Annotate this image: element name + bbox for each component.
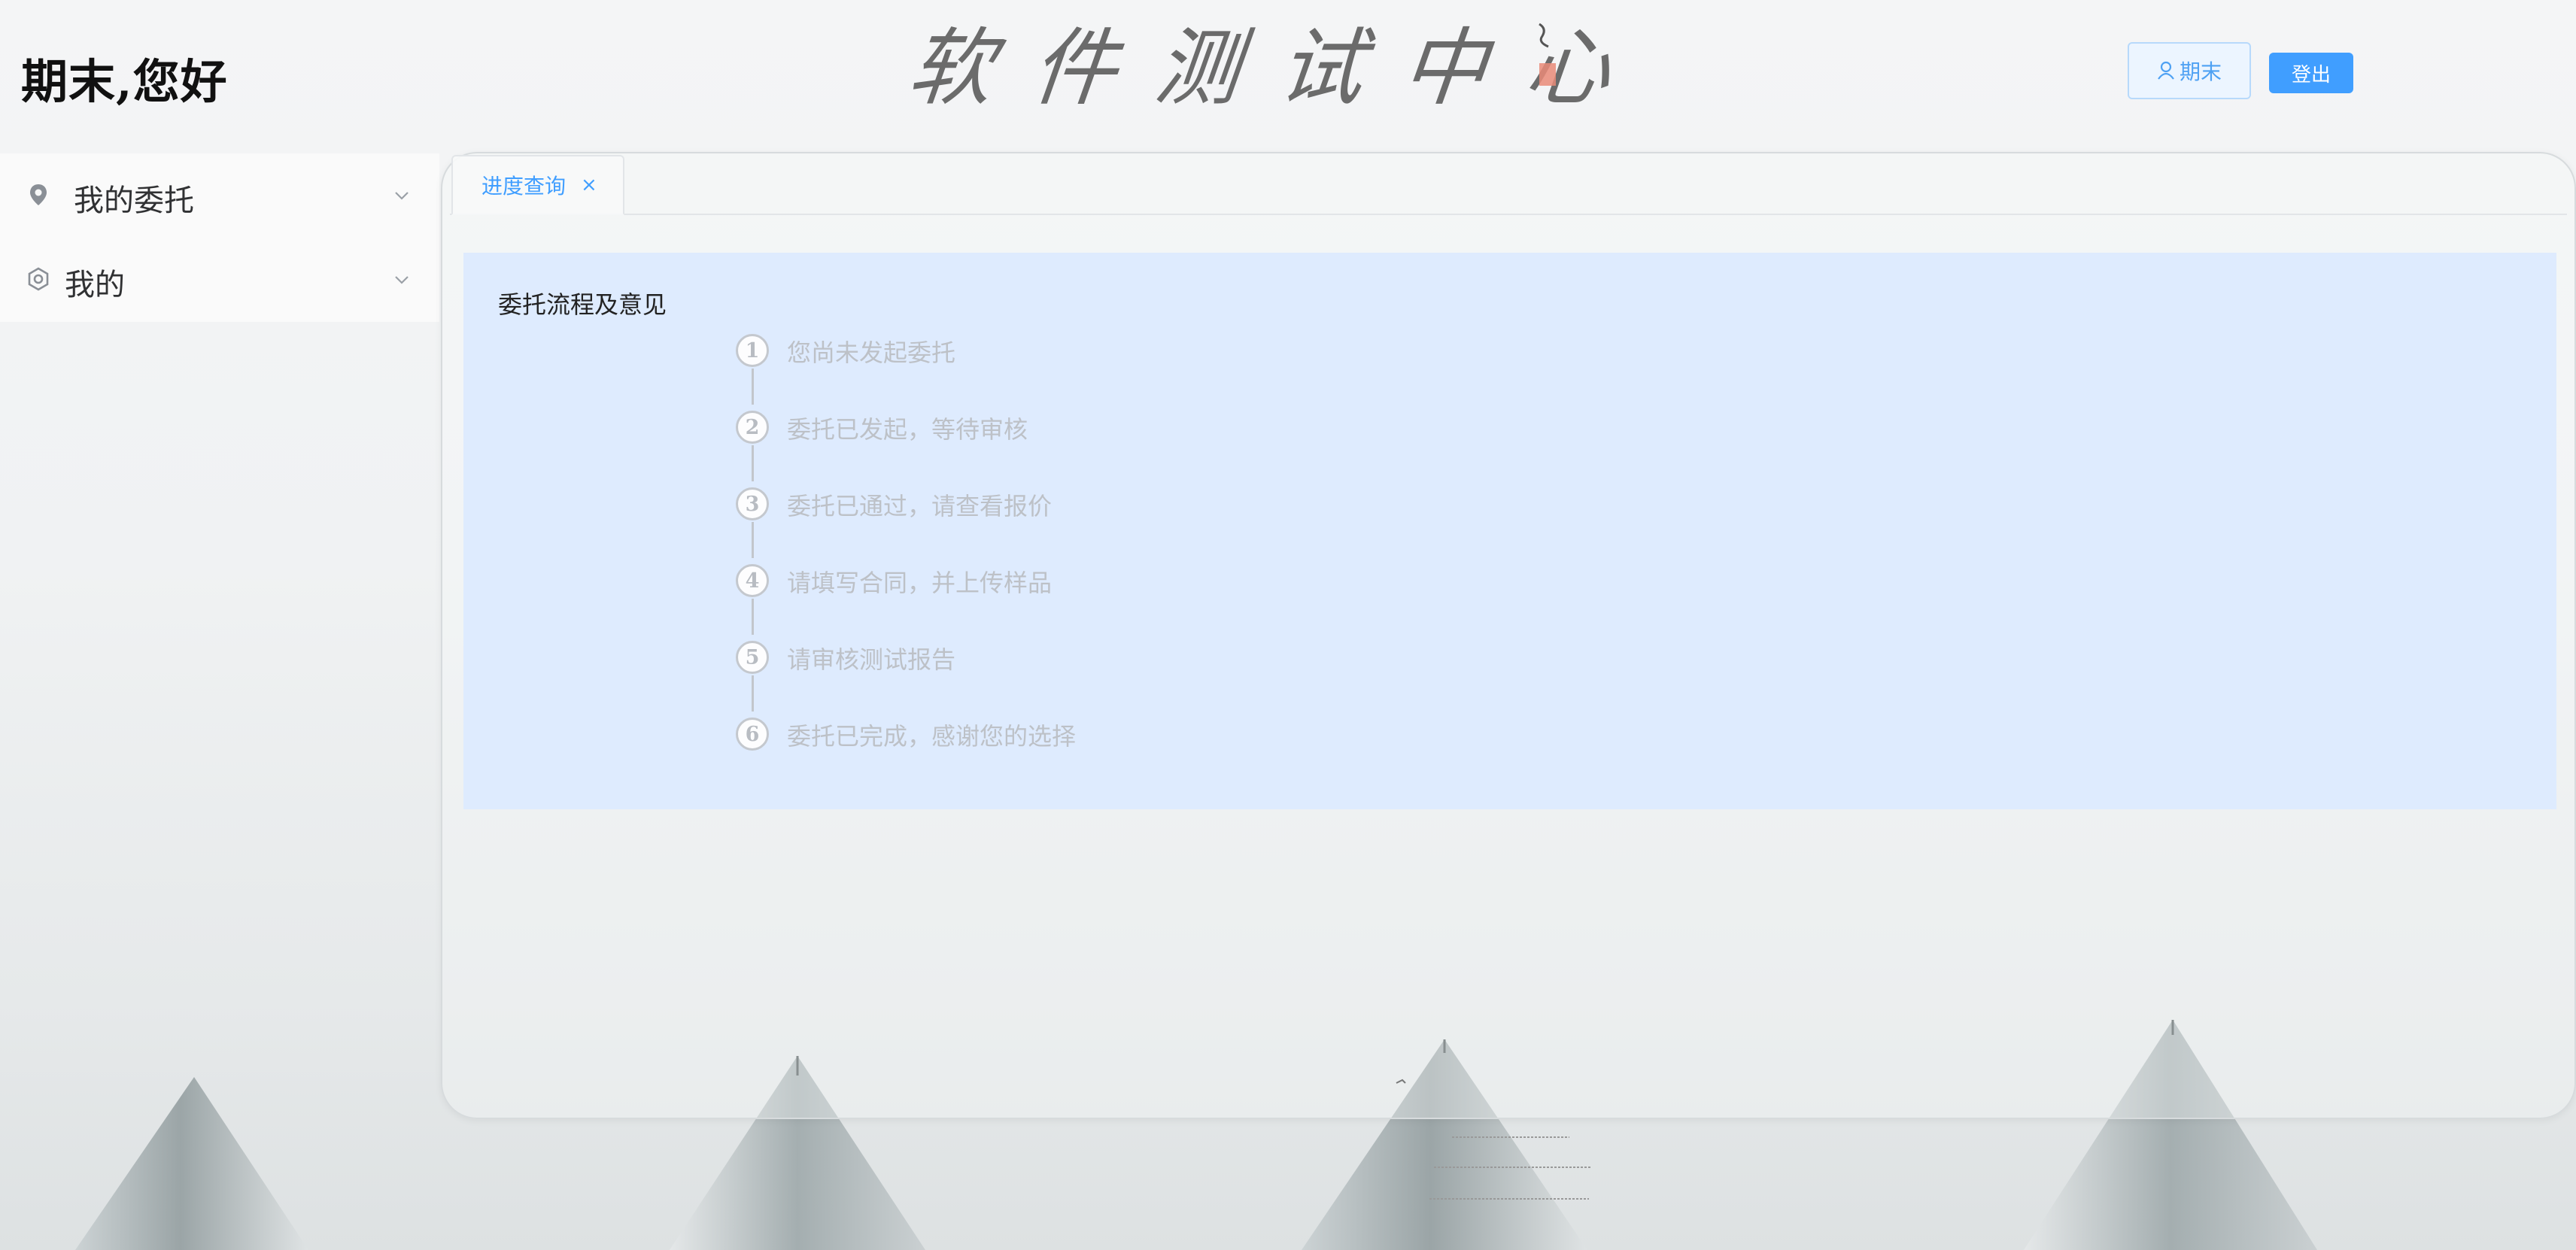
footer-faint-text [1429,1136,1592,1200]
